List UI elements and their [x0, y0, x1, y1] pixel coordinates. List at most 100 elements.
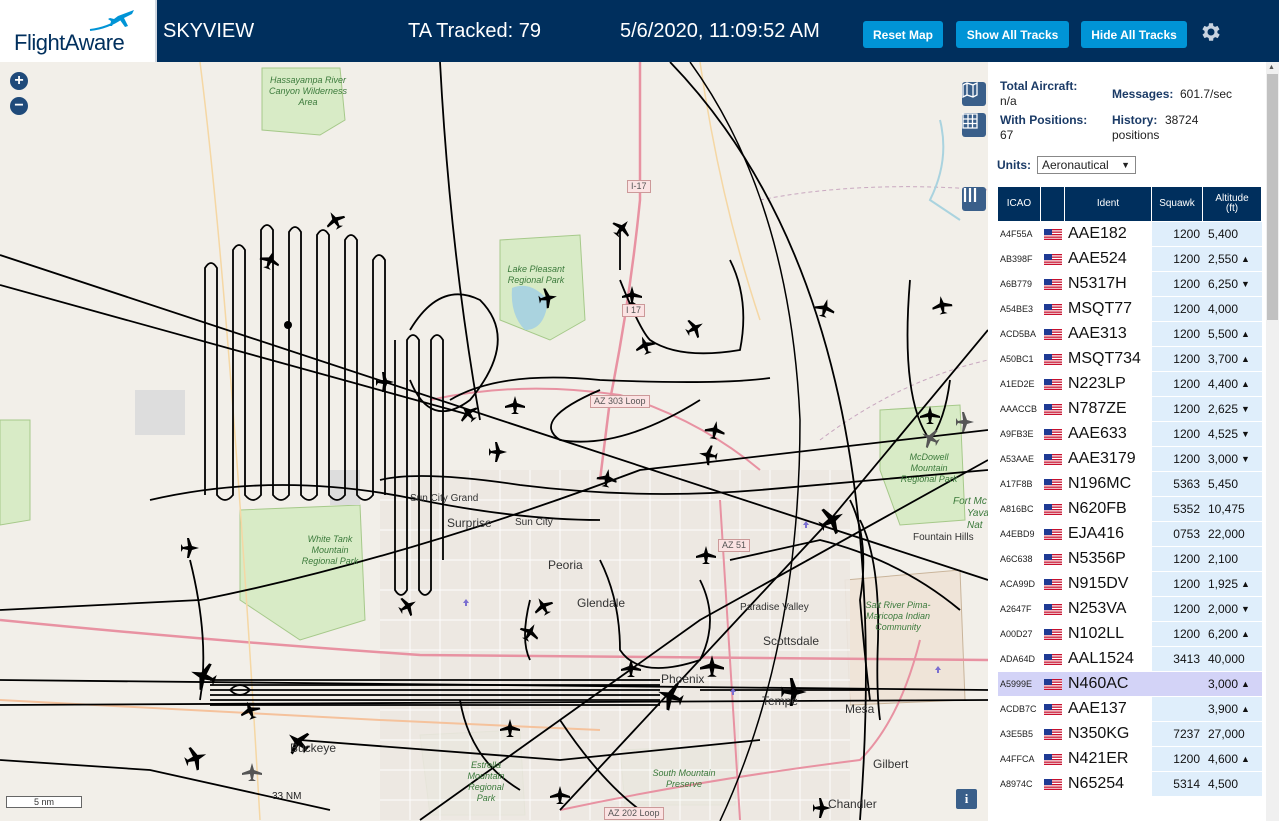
- row-altitude-value: 1,925: [1208, 577, 1239, 591]
- park-label-mcdowell: McDowell Mountain Regional Park: [900, 452, 958, 484]
- us-flag-icon: [1041, 747, 1065, 771]
- aircraft-row[interactable]: A4F55A AAE182 1200 5,400: [998, 222, 1262, 247]
- flightaware-logo[interactable]: FlightAware: [0, 0, 157, 62]
- aircraft-row[interactable]: A2647F N253VA 1200 2,000 ▼: [998, 597, 1262, 622]
- row-altitude-value: 6,200: [1208, 627, 1239, 641]
- aircraft-table-body: A4F55A AAE182 1200 5,400 AB398F AAE524 1200 2,5…: [998, 222, 1262, 797]
- scroll-up-icon[interactable]: ▲: [1268, 64, 1275, 71]
- aircraft-row[interactable]: A50BC1 MSQT734 1200 3,700 ▲: [998, 347, 1262, 372]
- row-altitude: 2,550 ▲: [1203, 247, 1262, 271]
- col-altitude[interactable]: Altitude (ft): [1203, 187, 1262, 221]
- us-flag-icon: [1041, 622, 1065, 646]
- aircraft-row[interactable]: ADA64D AAL1524 3413 40,000: [998, 647, 1262, 672]
- row-ident: N223LP: [1065, 372, 1152, 396]
- row-altitude: 10,475: [1203, 497, 1262, 521]
- us-flag-icon: [1041, 647, 1065, 671]
- settings-gear-icon[interactable]: [1198, 20, 1222, 44]
- park-label-hassayampa: Hassayampa River Canyon Wilderness Area: [269, 75, 347, 107]
- city-yava: Yava: [967, 508, 988, 519]
- history-value: 38724: [1165, 113, 1199, 127]
- road-i17-b: I 17: [622, 304, 646, 317]
- col-flag[interactable]: [1041, 187, 1065, 221]
- row-altitude-value: 3,900: [1208, 702, 1239, 716]
- aircraft-row[interactable]: A4EBD9 EJA416 0753 22,000: [998, 522, 1262, 547]
- row-altitude: 5,500 ▲: [1203, 322, 1262, 346]
- row-icao: ACD5BA: [998, 322, 1041, 346]
- sidebar-scrollbar[interactable]: ▲: [1266, 62, 1279, 821]
- aircraft-row[interactable]: AAACCB N787ZE 1200 2,625 ▼: [998, 397, 1262, 422]
- row-altitude-value: 4,400: [1208, 377, 1239, 391]
- altitude-trend-icon: ▲: [1241, 704, 1250, 714]
- hide-all-tracks-button[interactable]: Hide All Tracks: [1081, 21, 1187, 48]
- column-toggle-button[interactable]: [962, 187, 986, 211]
- row-icao: A17F8B: [998, 472, 1041, 496]
- row-altitude-value: 5,500: [1208, 327, 1239, 341]
- aircraft-row[interactable]: A00D27 N102LL 1200 6,200 ▲: [998, 622, 1262, 647]
- reset-map-button[interactable]: Reset Map: [863, 21, 943, 48]
- aircraft-row[interactable]: A9FB3E AAE633 1200 4,525 ▼: [998, 422, 1262, 447]
- aircraft-row[interactable]: ACD5BA AAE313 1200 5,500 ▲: [998, 322, 1262, 347]
- aircraft-row[interactable]: AB398F AAE524 1200 2,550 ▲: [998, 247, 1262, 272]
- row-ident: AAE524: [1065, 247, 1152, 271]
- range-grid-button[interactable]: [962, 113, 986, 137]
- row-icao: ACDB7C: [998, 697, 1041, 721]
- aircraft-sidebar: Total Aircraft: n/a Messages: 601.7/sec …: [988, 62, 1279, 821]
- aircraft-row[interactable]: A54BE3 MSQT77 1200 4,000: [998, 297, 1262, 322]
- messages-label: Messages:: [1112, 87, 1174, 101]
- logo-text: FlightAware: [14, 30, 125, 55]
- row-squawk: 1200: [1152, 297, 1203, 321]
- us-flag-icon: [1041, 322, 1065, 346]
- show-all-tracks-button[interactable]: Show All Tracks: [956, 21, 1069, 48]
- row-squawk: 1200: [1152, 447, 1203, 471]
- aircraft-row[interactable]: A5999E N460AC 3,000 ▲: [998, 672, 1262, 697]
- row-altitude: 4,500: [1203, 772, 1262, 796]
- road-az202: AZ 202 Loop: [604, 807, 664, 820]
- map-icon: [962, 82, 978, 98]
- range-ring-label: 33 NM: [272, 791, 302, 802]
- row-altitude-value: 6,250: [1208, 277, 1239, 291]
- row-altitude: 2,625 ▼: [1203, 397, 1262, 421]
- row-altitude: 6,250 ▼: [1203, 272, 1262, 296]
- aircraft-row[interactable]: A4FFCA N421ER 1200 4,600 ▲: [998, 747, 1262, 772]
- with-positions-label: With Positions:: [1000, 113, 1088, 127]
- col-altitude-unit: (ft): [1225, 203, 1239, 214]
- row-altitude-value: 5,400: [1208, 227, 1239, 241]
- map-layer-button[interactable]: [962, 82, 986, 106]
- zoom-in-button[interactable]: +: [10, 72, 28, 90]
- row-squawk: 7237: [1152, 722, 1203, 746]
- aircraft-row[interactable]: A1ED2E N223LP 1200 4,400 ▲: [998, 372, 1262, 397]
- zoom-out-button[interactable]: −: [10, 97, 28, 115]
- city-buckeye: Buckeye: [290, 741, 337, 755]
- dropdown-arrow-icon: ▼: [1121, 160, 1130, 170]
- row-squawk: 1200: [1152, 372, 1203, 396]
- road-az303: AZ 303 Loop: [590, 395, 650, 408]
- units-select[interactable]: Aeronautical ▼: [1037, 156, 1136, 174]
- col-ident[interactable]: Ident: [1065, 187, 1152, 221]
- grid-icon: [962, 113, 978, 129]
- row-altitude: 5,400: [1203, 222, 1262, 246]
- aircraft-row[interactable]: ACA99D N915DV 1200 1,925 ▲: [998, 572, 1262, 597]
- row-squawk: 1200: [1152, 272, 1203, 296]
- info-icon[interactable]: i: [956, 789, 977, 809]
- us-flag-icon: [1041, 572, 1065, 596]
- scrollbar-thumb[interactable]: [1267, 74, 1278, 320]
- aircraft-row[interactable]: A53AAE AAE3179 1200 3,000 ▼: [998, 447, 1262, 472]
- aircraft-row[interactable]: A8974C N65254 5314 4,500: [998, 772, 1262, 797]
- col-squawk[interactable]: Squawk: [1152, 187, 1203, 221]
- aircraft-row[interactable]: A816BC N620FB 5352 10,475: [998, 497, 1262, 522]
- row-icao: A3E5B5: [998, 722, 1041, 746]
- aircraft-row[interactable]: A3E5B5 N350KG 7237 27,000: [998, 722, 1262, 747]
- aircraft-row[interactable]: A6C638 N5356P 1200 2,100: [998, 547, 1262, 572]
- ta-tracked-count: TA Tracked: 79: [408, 20, 542, 42]
- aircraft-row[interactable]: A6B779 N5317H 1200 6,250 ▼: [998, 272, 1262, 297]
- aircraft-row[interactable]: ACDB7C AAE137 3,900 ▲: [998, 697, 1262, 722]
- row-altitude-value: 4,600: [1208, 752, 1239, 766]
- row-altitude: 3,900 ▲: [1203, 697, 1262, 721]
- map-view[interactable]: Hassayampa River Canyon Wilderness Area …: [0, 62, 988, 821]
- row-altitude-value: 3,700: [1208, 352, 1239, 366]
- col-icao[interactable]: ICAO: [998, 187, 1041, 221]
- aircraft-row[interactable]: A17F8B N196MC 5363 5,450: [998, 472, 1262, 497]
- altitude-trend-icon: ▼: [1241, 279, 1250, 289]
- park-label-estrella: Estrella Mountain Regional Park: [467, 760, 505, 803]
- row-ident: N253VA: [1065, 597, 1152, 621]
